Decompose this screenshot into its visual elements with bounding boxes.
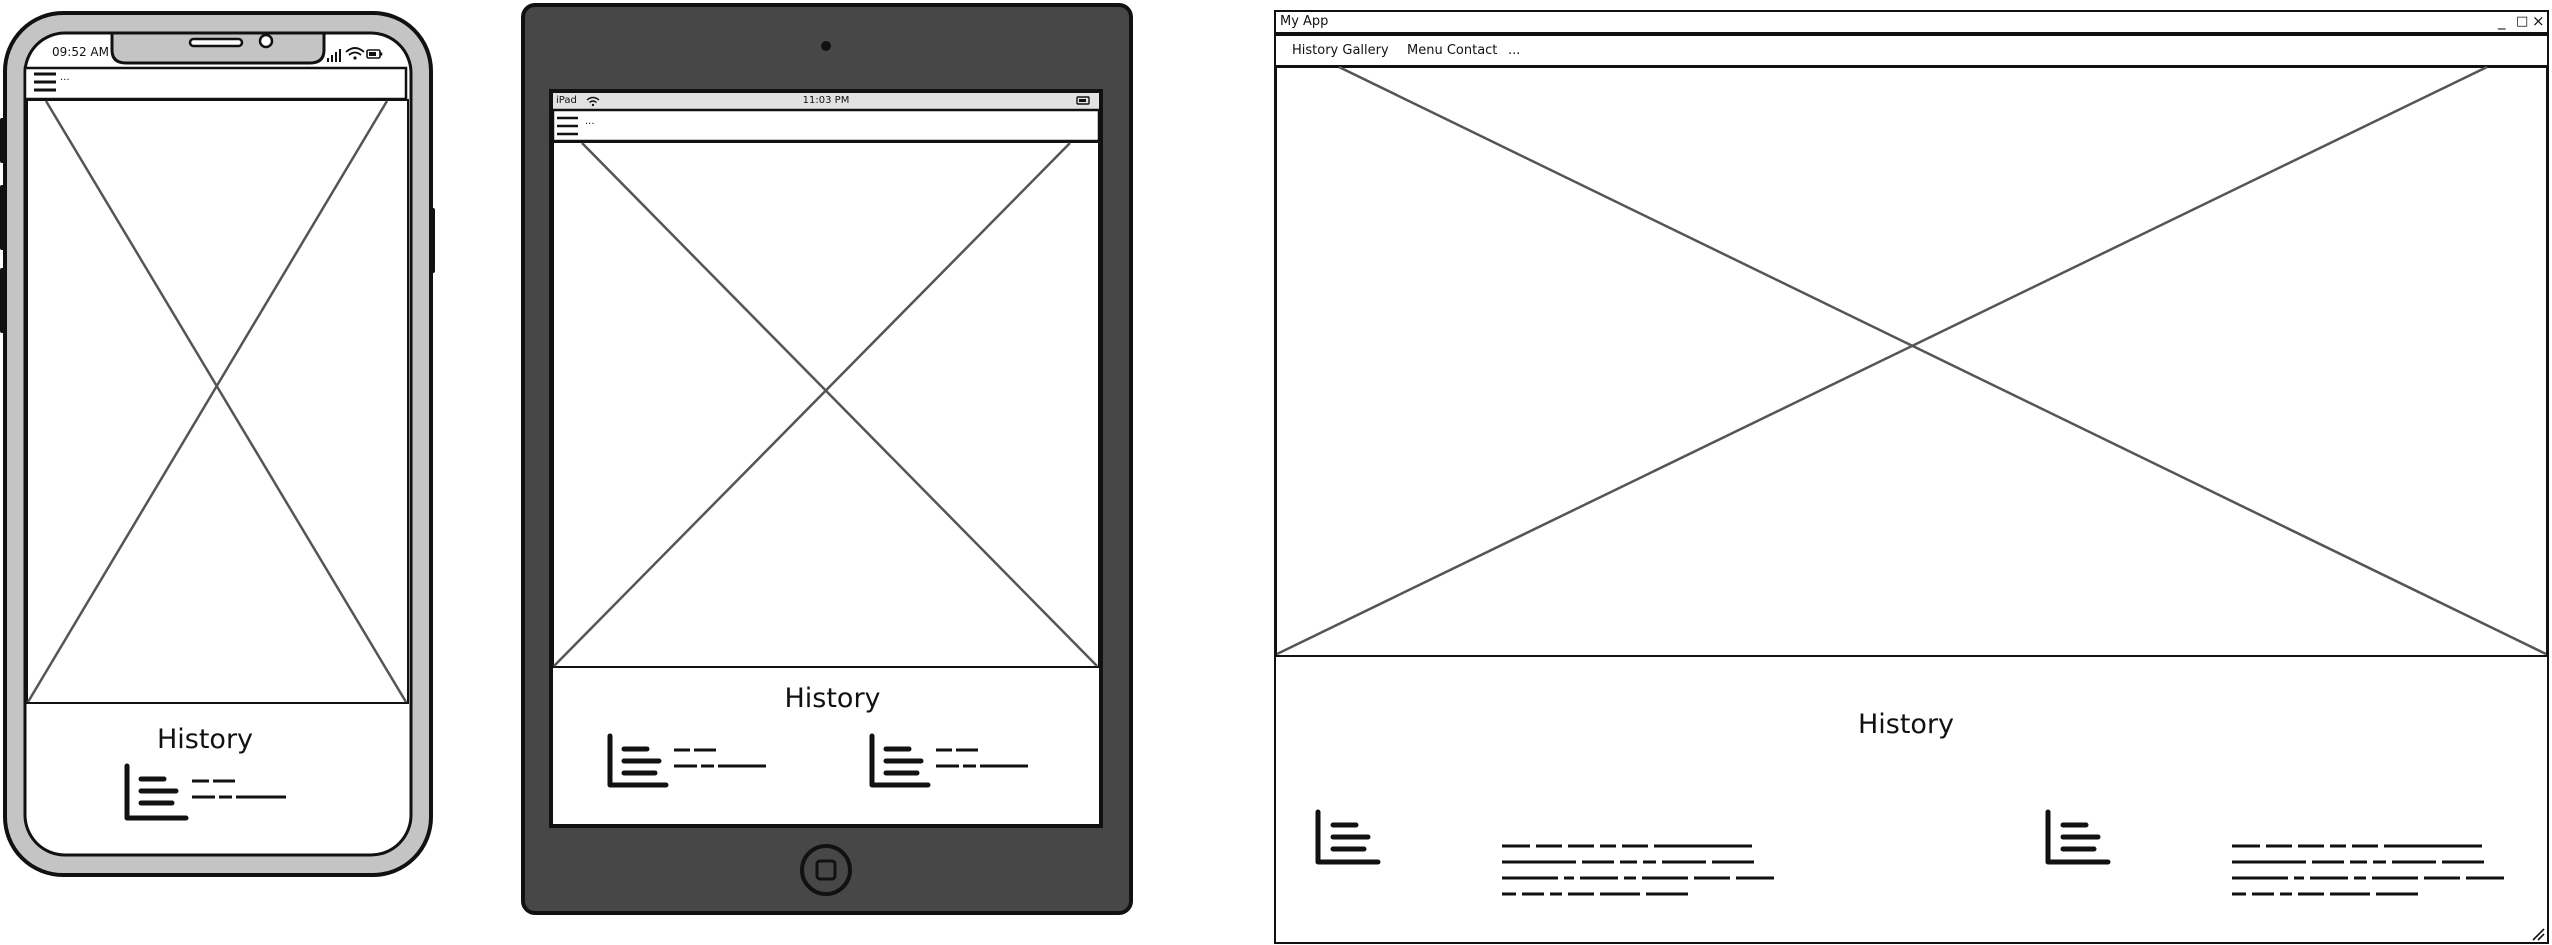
tablet-hamburger-menu-icon[interactable] — [554, 112, 581, 139]
tablet-nav-hint: ... — [585, 116, 595, 127]
tablet-status-time: 11:03 PM — [802, 95, 850, 106]
close-button[interactable]: × — [2532, 12, 2545, 30]
phone-nav-hint: ... — [60, 72, 70, 83]
tablet-mockup — [521, 3, 1133, 915]
phone-status-time: 09:52 AM — [52, 45, 109, 59]
phone-history-title: History — [156, 724, 254, 755]
window-title: My App — [1280, 14, 1329, 29]
tablet-history-title: History — [784, 683, 881, 714]
nav-item-history-gallery[interactable]: History Gallery — [1292, 43, 1389, 58]
nav-item-more[interactable]: ... — [1508, 43, 1520, 58]
desktop-window — [1274, 10, 2549, 944]
wireframe-canvas — [0, 3, 2549, 944]
resize-grip-icon[interactable] — [2526, 924, 2546, 942]
maximize-button[interactable]: □ — [2516, 13, 2528, 31]
nav-item-menu-contact[interactable]: Menu Contact — [1407, 43, 1497, 58]
desktop-history-title: History — [1857, 709, 1955, 740]
minimize-button[interactable]: _ — [2498, 12, 2506, 30]
phone-hamburger-menu-icon[interactable] — [30, 70, 58, 97]
tablet-home-button[interactable] — [800, 844, 852, 896]
